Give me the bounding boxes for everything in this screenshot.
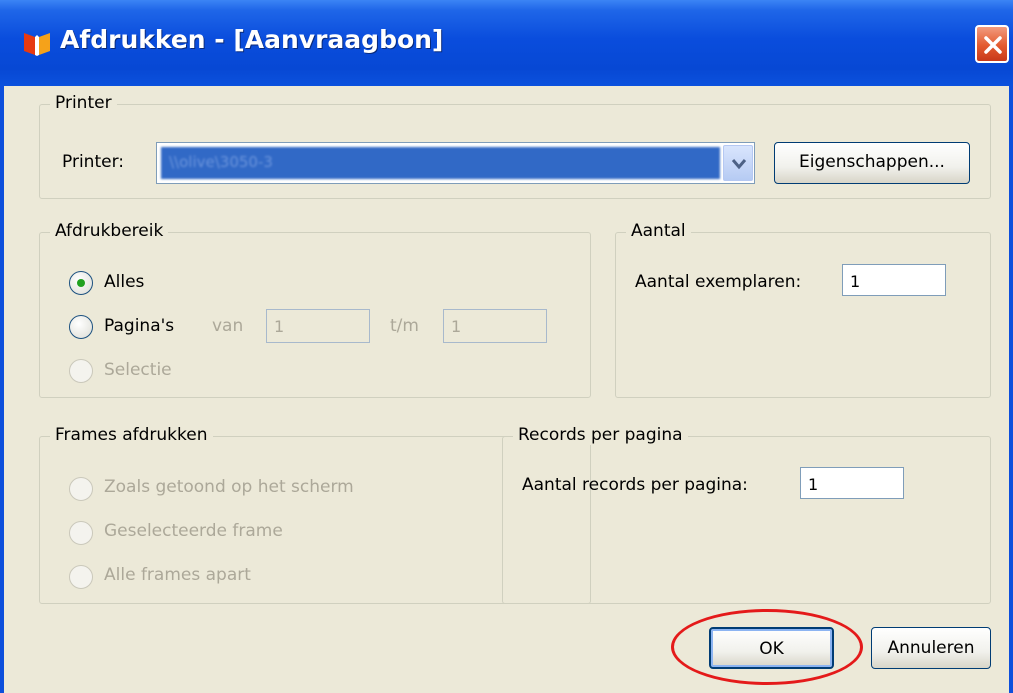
records-group: Records per pagina <box>502 425 991 604</box>
frames-group-title: Frames afdrukken <box>50 425 213 445</box>
print-dialog: Afdrukken - [Aanvraagbon] Printer Printe… <box>0 0 1013 693</box>
printer-label: Printer: <box>62 152 124 172</box>
close-button[interactable] <box>975 25 1009 63</box>
properties-button-label: Eigenschappen... <box>799 152 945 172</box>
printer-select[interactable]: \\olive\3050-3 <box>156 142 755 184</box>
radio-selection-label: Selectie <box>104 360 172 380</box>
printer-dropdown-button[interactable] <box>723 145 753 181</box>
to-label: t/m <box>390 316 419 336</box>
from-label: van <box>212 316 244 336</box>
selected-printer: \\olive\3050-3 <box>161 147 720 179</box>
radio-as-shown <box>69 477 93 501</box>
radio-as-shown-label: Zoals getoond op het scherm <box>104 477 354 497</box>
copies-group-title: Aantal <box>626 221 691 241</box>
radio-all-frames <box>69 565 93 589</box>
radio-selected-dot <box>77 279 85 287</box>
window-title: Afdrukken - [Aanvraagbon] <box>60 25 444 54</box>
radio-all[interactable] <box>69 271 93 295</box>
book-icon <box>24 33 50 56</box>
title-bar[interactable]: Afdrukken - [Aanvraagbon] <box>0 0 1013 86</box>
copies-input[interactable]: 1 <box>842 264 946 296</box>
radio-selected-frame-label: Geselecteerde frame <box>104 521 283 541</box>
to-page-input[interactable]: 1 <box>443 309 547 343</box>
cancel-button-label: Annuleren <box>887 638 975 658</box>
copies-group: Aantal <box>615 221 991 398</box>
radio-all-frames-label: Alle frames apart <box>104 565 251 585</box>
chevron-down-icon <box>731 159 747 170</box>
printer-group-title: Printer <box>50 93 117 113</box>
copies-label: Aantal exemplaren: <box>635 272 802 292</box>
from-page-input[interactable]: 1 <box>266 309 370 343</box>
radio-selected-frame <box>69 521 93 545</box>
close-icon <box>984 36 1002 54</box>
ok-highlight-annotation <box>671 609 863 685</box>
records-label: Aantal records per pagina: <box>522 475 748 495</box>
properties-button[interactable]: Eigenschappen... <box>774 142 970 184</box>
print-range-title: Afdrukbereik <box>50 221 169 241</box>
radio-selection <box>69 359 93 383</box>
radio-all-label[interactable]: Alles <box>104 272 144 292</box>
records-group-title: Records per pagina <box>513 425 688 445</box>
cancel-button[interactable]: Annuleren <box>871 627 991 669</box>
radio-pages-label[interactable]: Pagina's <box>104 316 174 336</box>
radio-pages[interactable] <box>69 315 93 339</box>
records-input[interactable]: 1 <box>800 467 904 499</box>
